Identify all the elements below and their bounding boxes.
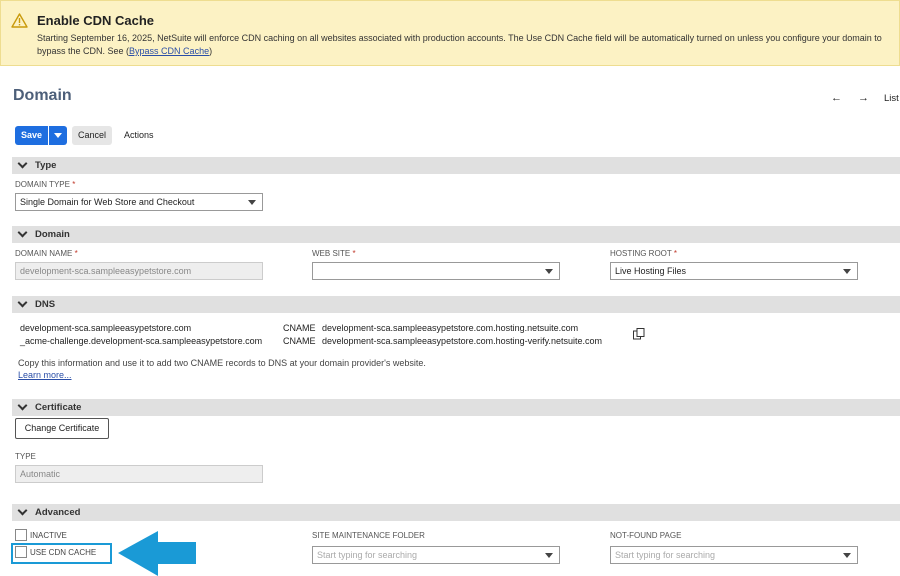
dropdown-caret-icon xyxy=(843,269,851,274)
web-site-select[interactable] xyxy=(312,262,560,280)
web-site-label: WEB SITE * xyxy=(312,249,356,258)
chevron-down-icon xyxy=(17,297,28,308)
certificate-type-field: Automatic xyxy=(15,465,263,483)
dns-record-type: CNAME xyxy=(283,323,316,333)
dns-instructions: Copy this information and use it to add … xyxy=(18,358,426,368)
domain-name-label: DOMAIN NAME * xyxy=(15,249,78,258)
cancel-button[interactable]: Cancel xyxy=(72,126,112,145)
section-advanced-header[interactable]: Advanced xyxy=(12,504,900,521)
dns-record-type: CNAME xyxy=(283,336,316,346)
banner-message: Starting September 16, 2025, NetSuite wi… xyxy=(37,33,882,56)
domain-type-select[interactable]: Single Domain for Web Store and Checkout xyxy=(15,193,263,211)
highlight-box xyxy=(11,543,112,564)
site-maintenance-folder-select[interactable]: Start typing for searching xyxy=(312,546,560,564)
chevron-down-icon xyxy=(17,505,28,516)
chevron-down-icon xyxy=(54,133,62,138)
forward-arrow-icon[interactable]: → xyxy=(858,92,869,104)
hosting-root-label: HOSTING ROOT * xyxy=(610,249,677,258)
dropdown-caret-icon xyxy=(248,200,256,205)
actions-menu[interactable]: Actions xyxy=(124,126,154,145)
section-domain-header[interactable]: Domain xyxy=(12,226,900,243)
section-certificate-header[interactable]: Certificate xyxy=(12,399,900,416)
learn-more-link[interactable]: Learn more... xyxy=(18,370,72,380)
not-found-page-label: NOT-FOUND PAGE xyxy=(610,531,682,540)
section-title: Advanced xyxy=(35,507,81,518)
dns-target: development-sca.sampleeasypetstore.com.h… xyxy=(322,336,602,346)
copy-icon[interactable] xyxy=(633,328,645,340)
dns-target: development-sca.sampleeasypetstore.com.h… xyxy=(322,323,579,333)
not-found-page-select[interactable]: Start typing for searching xyxy=(610,546,858,564)
dns-host: development-sca.sampleeasypetstore.com xyxy=(20,323,192,333)
page-title: Domain xyxy=(13,87,72,104)
chevron-down-icon xyxy=(17,158,28,169)
list-link[interactable]: List xyxy=(884,93,899,104)
pointer-arrow-icon xyxy=(118,531,196,576)
bypass-cdn-link[interactable]: Bypass CDN Cache xyxy=(129,46,209,56)
site-maintenance-folder-label: SITE MAINTENANCE FOLDER xyxy=(312,531,425,540)
domain-type-label: DOMAIN TYPE * xyxy=(15,180,76,189)
dns-host: _acme-challenge.development-sca.sampleea… xyxy=(20,336,263,346)
dropdown-caret-icon xyxy=(545,553,553,558)
dropdown-caret-icon xyxy=(545,269,553,274)
save-options-button[interactable] xyxy=(49,126,67,145)
warning-icon xyxy=(11,13,28,28)
inactive-label: INACTIVE xyxy=(30,531,67,540)
banner-title: Enable CDN Cache xyxy=(37,13,155,28)
inactive-checkbox[interactable] xyxy=(15,529,27,541)
dropdown-caret-icon xyxy=(843,553,851,558)
section-title: Certificate xyxy=(35,402,82,413)
section-type-header[interactable]: Type xyxy=(12,157,900,174)
hosting-root-select[interactable]: Live Hosting Files xyxy=(610,262,858,280)
back-arrow-icon[interactable]: ← xyxy=(831,92,842,104)
domain-name-field: development-sca.sampleeasypetstore.com xyxy=(15,262,263,280)
section-dns-header[interactable]: DNS xyxy=(12,296,900,313)
section-title: Domain xyxy=(35,229,70,240)
section-title: DNS xyxy=(35,299,56,310)
save-button[interactable]: Save xyxy=(15,126,48,145)
certificate-type-label: TYPE xyxy=(15,452,36,461)
chevron-down-icon xyxy=(17,400,28,411)
chevron-down-icon xyxy=(17,227,28,238)
section-title: Type xyxy=(35,160,57,171)
cdn-cache-banner: Enable CDN Cache Starting September 16, … xyxy=(0,0,900,66)
change-certificate-button[interactable]: Change Certificate xyxy=(15,418,109,439)
